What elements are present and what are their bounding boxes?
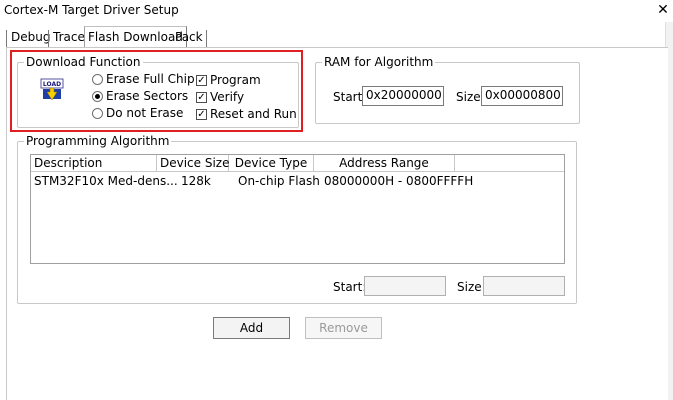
algorithm-row-device-size[interactable]: 128k (181, 174, 211, 188)
column-header-device-type[interactable]: Device Type (229, 155, 314, 172)
title-bar: Cortex-M Target Driver Setup ✕ (0, 0, 673, 22)
tab-separator (6, 30, 7, 47)
window-title: Cortex-M Target Driver Setup (4, 3, 179, 17)
add-button[interactable]: Add (213, 317, 290, 339)
tab-pack[interactable]: Pack (172, 28, 206, 48)
algorithm-size-input[interactable] (483, 276, 565, 296)
algorithm-start-label: Start: (333, 280, 367, 294)
remove-button[interactable]: Remove (305, 317, 382, 339)
tab-separator (206, 30, 207, 47)
close-icon[interactable]: ✕ (655, 1, 671, 19)
column-header-description[interactable]: Description (31, 155, 157, 172)
algorithm-start-input[interactable] (364, 276, 446, 296)
algorithm-row-address-range[interactable]: 08000000H - 0800FFFFH (324, 174, 473, 188)
algorithm-size-label: Size: (457, 280, 486, 294)
column-header-empty (455, 155, 564, 172)
column-header-address-range[interactable]: Address Range (314, 155, 455, 172)
algorithm-row-description[interactable]: STM32F10x Med-dens... (34, 174, 178, 188)
ram-for-algorithm-legend: RAM for Algorithm (322, 55, 436, 69)
algorithm-row-device-type[interactable]: On-chip Flash (238, 174, 320, 188)
ram-for-algorithm-group: RAM for Algorithm Start: 0x20000000 Size… (315, 55, 580, 124)
ram-start-input[interactable]: 0x20000000 (362, 86, 444, 106)
tab-separator (48, 30, 49, 47)
tab-trace[interactable]: Trace (50, 28, 88, 48)
programming-algorithm-legend: Programming Algorithm (24, 134, 172, 148)
highlight-box (10, 50, 303, 132)
column-header-device-size[interactable]: Device Size (157, 155, 230, 172)
tab-debug[interactable]: Debug (8, 28, 53, 48)
ram-size-input[interactable]: 0x00000800 (481, 86, 563, 106)
algorithm-list[interactable]: Description Device Size Device Type Addr… (30, 154, 565, 264)
